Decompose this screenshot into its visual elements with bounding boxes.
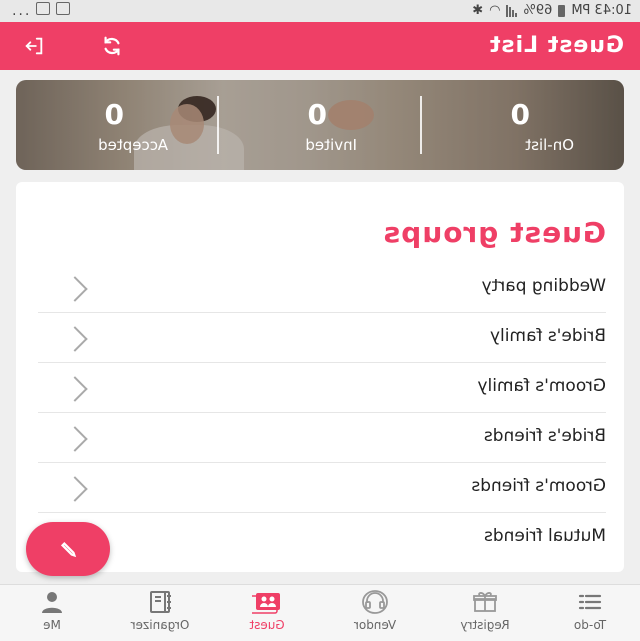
group-row-grooms-family[interactable]: Groom's family (38, 362, 606, 413)
nav-label: Organizer (130, 618, 190, 632)
page-title: Guest List (488, 33, 624, 58)
nav-label: Registry (460, 618, 510, 632)
chevron-right-icon (62, 376, 88, 402)
organizer-icon (145, 589, 175, 615)
nav-tab-me[interactable]: Me (12, 589, 92, 639)
nav-label: Vendor (353, 618, 397, 632)
guests-icon (252, 589, 282, 615)
nav-tab-guest[interactable]: Guest (227, 589, 307, 639)
status-left: 10:43 PM 69% ◠ ✱ (472, 3, 632, 18)
nav-label: To-do (573, 618, 607, 632)
exit-button[interactable] (18, 30, 50, 62)
chevron-right-icon (62, 426, 88, 452)
pencil-icon (60, 541, 77, 558)
nav-tab-organizer[interactable]: Organizer (120, 589, 200, 639)
bluetooth-icon: ✱ (472, 3, 484, 18)
stat-invited-label: Invited (305, 136, 357, 154)
list-icon (575, 589, 605, 615)
gallery-icon (35, 2, 50, 15)
status-time: 10:43 PM (571, 3, 632, 18)
chevron-right-icon (62, 476, 88, 502)
stat-divider (217, 96, 219, 154)
status-right: ... (10, 2, 71, 19)
group-label: Groom's family (477, 376, 606, 396)
exit-icon (25, 37, 43, 55)
nav-tab-vendor[interactable]: Vendor (335, 589, 415, 639)
stat-accepted-value: 0 (104, 98, 124, 131)
group-label: Wedding party (481, 276, 606, 296)
headset-icon (360, 589, 390, 615)
app-bar: Guest List (0, 22, 640, 70)
stat-divider (420, 96, 422, 154)
battery-level: 69% (523, 3, 553, 18)
group-row-brides-family[interactable]: Bride's family (38, 312, 606, 363)
guest-groups-heading: Guest groups (382, 216, 606, 249)
chevron-right-icon (62, 326, 88, 352)
stat-on-list-value: 0 (510, 98, 530, 131)
group-row-grooms-friends[interactable]: Groom's friends (38, 462, 606, 513)
battery-icon (558, 4, 566, 17)
notification-icon (56, 2, 71, 15)
bottom-nav: To-do Registry Vendor Guest Organizer Me (0, 584, 640, 641)
refresh-icon (104, 36, 120, 56)
nav-tab-to-do[interactable]: To-do (550, 589, 630, 639)
refresh-button[interactable] (96, 30, 128, 62)
nav-label: Guest (249, 618, 285, 632)
group-row-mutual-friends[interactable]: Mutual friends (38, 512, 606, 562)
more-notifications: ... (10, 3, 30, 19)
group-label: Bride's family (489, 326, 606, 346)
status-bar: 10:43 PM 69% ◠ ✱ ... (0, 0, 640, 22)
stat-invited-value: 0 (307, 98, 327, 131)
group-label: Groom's friends (471, 476, 606, 496)
wifi-icon: ◠ (489, 3, 501, 18)
group-label: Bride's friends (483, 426, 606, 446)
group-row-wedding-party[interactable]: Wedding party (38, 262, 606, 313)
nav-label: Me (43, 618, 61, 632)
signal-icon (506, 4, 518, 17)
group-row-brides-friends[interactable]: Bride's friends (38, 412, 606, 463)
nav-tab-registry[interactable]: Registry (445, 589, 525, 639)
guest-groups-card: Guest groups Wedding party Bride's famil… (16, 182, 624, 572)
edit-fab-button[interactable] (26, 522, 110, 576)
chevron-right-icon (62, 276, 88, 302)
stat-accepted-label: Accepted (98, 136, 168, 154)
stat-on-list-label: On-list (525, 136, 574, 154)
gift-icon (470, 589, 500, 615)
group-label: Mutual friends (483, 526, 606, 546)
person-icon (37, 589, 67, 615)
stats-banner: 0 On-list 0 Invited 0 Accepted (16, 80, 624, 170)
